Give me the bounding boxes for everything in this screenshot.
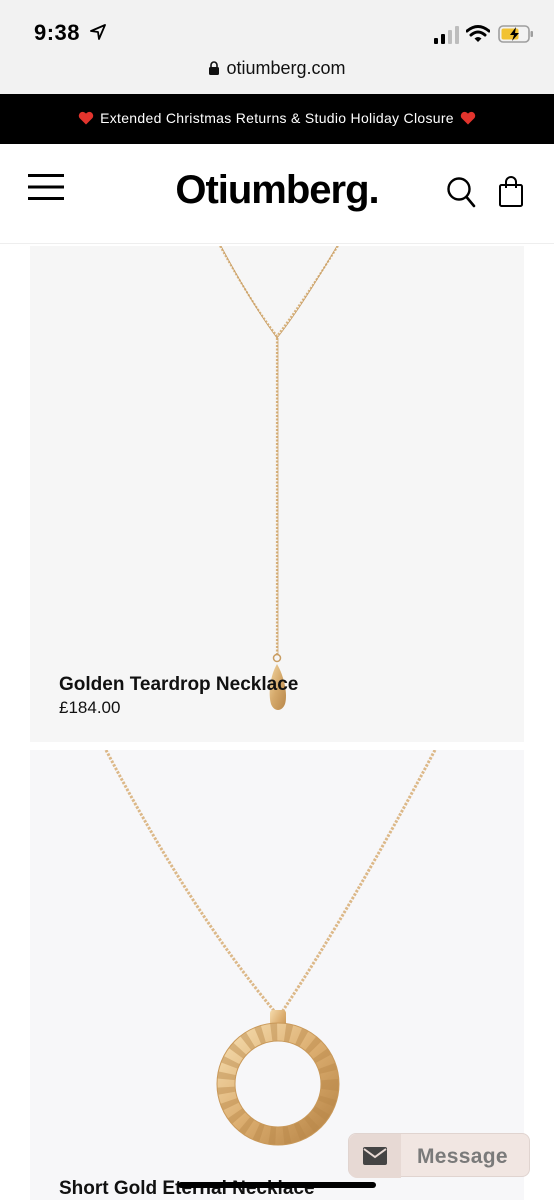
shopping-bag-icon[interactable] [498, 176, 524, 208]
message-label: Message [417, 1145, 508, 1168]
announcement-bar[interactable]: Extended Christmas Returns & Studio Holi… [0, 94, 554, 144]
url-display[interactable]: otiumberg.com [0, 58, 554, 79]
teardrop-necklace-image[interactable] [30, 246, 524, 742]
product-name[interactable]: Golden Teardrop Necklace [59, 674, 298, 696]
heart-icon [78, 111, 94, 125]
battery-charging-icon [498, 25, 533, 43]
heart-icon [460, 111, 476, 125]
wifi-icon [466, 25, 490, 42]
browser-url-bar[interactable]: otiumberg.com [0, 50, 554, 94]
home-indicator[interactable] [178, 1182, 376, 1188]
envelope-icon [363, 1147, 387, 1165]
url-text: otiumberg.com [226, 58, 346, 78]
site-header: Otiumberg. [0, 144, 554, 244]
announcement-text: Extended Christmas Returns & Studio Holi… [100, 110, 454, 126]
cellular-signal-icon [434, 26, 459, 44]
lock-icon [209, 61, 220, 75]
status-time: 9:38 [34, 20, 81, 45]
product-price: £184.00 [59, 698, 121, 717]
search-icon[interactable] [446, 176, 476, 208]
message-chat-button[interactable]: Message [348, 1133, 530, 1178]
product-card[interactable]: Golden Teardrop Necklace £184.00 [30, 246, 524, 742]
location-arrow-icon [90, 24, 106, 40]
status-bar: 9:38 [0, 0, 554, 50]
